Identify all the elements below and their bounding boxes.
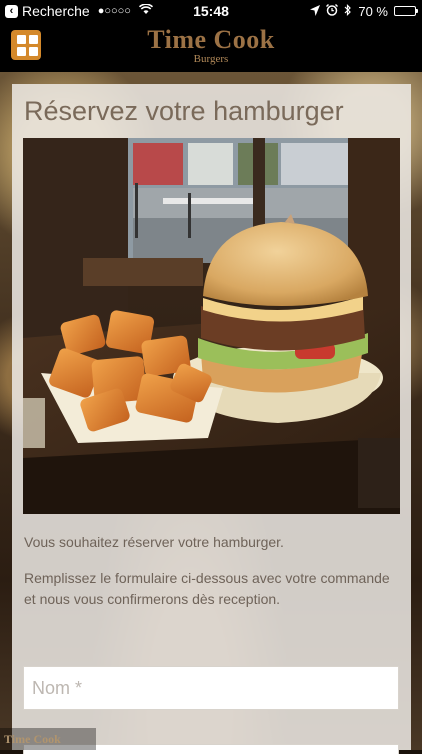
page-title: Réservez votre hamburger	[24, 96, 344, 126]
brand-subtitle: Burgers	[193, 53, 229, 65]
battery-icon	[394, 6, 418, 16]
battery-percent: 70 %	[358, 3, 388, 19]
back-to-search-link[interactable]: Recherche	[22, 3, 90, 19]
app-header: Time Cook Burgers	[0, 22, 422, 72]
reservation-card: Réservez votre hamburger Vous souhaitez …	[12, 84, 411, 754]
bluetooth-icon	[344, 3, 352, 19]
signal-dots-icon: ●○○○○	[97, 5, 131, 17]
location-icon	[310, 4, 321, 19]
instructions-text: Remplissez le formulaire ci-dessous avec…	[24, 570, 390, 607]
burger-and-fries-photo	[23, 138, 400, 514]
footer-brand: Time Cook	[0, 728, 96, 750]
alarm-icon	[326, 3, 339, 19]
back-arrow-icon[interactable]: ‹	[5, 4, 18, 18]
brand-title: Time Cook	[147, 25, 275, 54]
intro-text: Vous souhaitez réserver votre hamburger.	[24, 534, 284, 550]
wifi-icon	[138, 3, 153, 18]
brand-logo[interactable]: Time Cook Burgers	[0, 26, 422, 65]
status-bar: ‹ Recherche ●○○○○ 15:48 70 %	[0, 0, 422, 22]
name-field[interactable]	[23, 666, 399, 710]
